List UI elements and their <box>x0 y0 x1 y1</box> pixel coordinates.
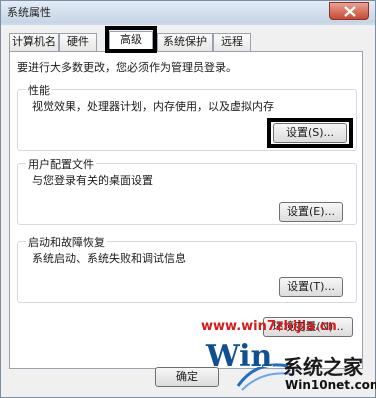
tab-system-protection[interactable]: 系统保护 <box>157 33 213 51</box>
user-profiles-settings-button[interactable]: 设置(E)... <box>279 202 343 222</box>
watermark-url: www.win7zhijia.cn <box>201 319 337 334</box>
performance-button-highlight-box <box>267 118 353 148</box>
tab-hardware[interactable]: 硬件 <box>59 33 97 51</box>
tab-computer-name[interactable]: 计算机名 <box>9 33 59 51</box>
user-profiles-description: 与您登录有关的桌面设置 <box>32 174 153 187</box>
tab-label: 计算机名 <box>12 35 56 48</box>
close-icon <box>344 6 356 17</box>
logo-url: Win10net.com <box>285 378 376 392</box>
tab-label: 远程 <box>221 35 243 48</box>
user-profiles-title: 用户配置文件 <box>26 156 96 172</box>
window-title: 系统属性 <box>7 6 51 19</box>
startup-recovery-settings-button[interactable]: 设置(T)... <box>279 277 343 297</box>
tab-remote[interactable]: 远程 <box>213 33 251 51</box>
startup-recovery-title: 启动和故障恢复 <box>26 234 107 250</box>
system-properties-window: 系统属性 计算机名 硬件 高级 系统保护 远程 要进行大多数更改，您必须作为管理… <box>0 0 376 398</box>
tab-label: 系统保护 <box>163 35 207 48</box>
startup-recovery-description: 系统启动、系统失败和调试信息 <box>32 252 186 265</box>
tab-label: 硬件 <box>67 35 89 48</box>
logo-win-text: Win <box>206 339 273 374</box>
performance-description: 视觉效果，处理器计划，内存使用，以及虚拟内存 <box>32 100 274 113</box>
logo-brand: 系统之家 <box>283 355 363 379</box>
close-button[interactable] <box>329 2 369 20</box>
title-bar[interactable]: 系统属性 <box>1 1 375 23</box>
admin-notice: 要进行大多数更改，您必须作为管理员登录。 <box>17 61 237 74</box>
advanced-tab-highlight-box <box>105 26 157 53</box>
performance-title: 性能 <box>26 82 52 98</box>
